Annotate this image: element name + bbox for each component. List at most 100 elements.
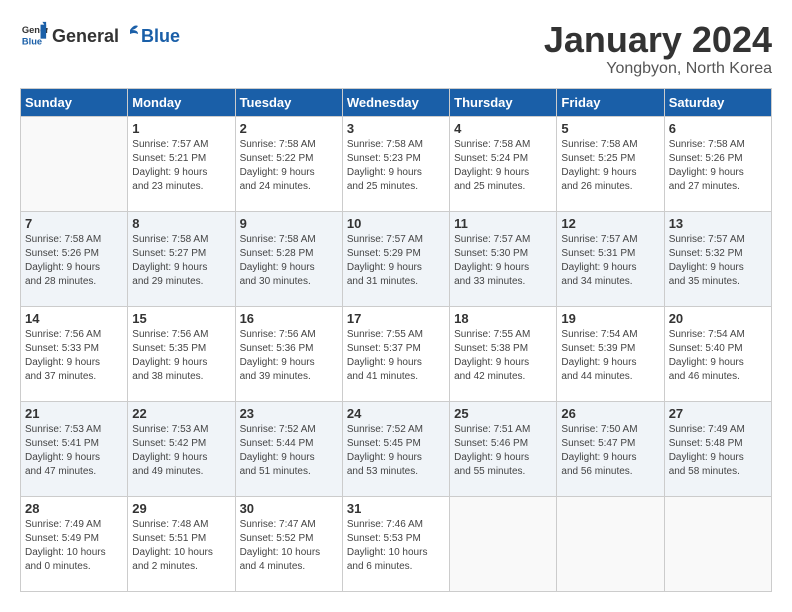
calendar-cell: 14 Sunrise: 7:56 AM Sunset: 5:33 PM Dayli… (21, 306, 128, 401)
day-info: Sunrise: 7:57 AM Sunset: 5:32 PM Dayligh… (669, 233, 767, 289)
day-number: 15 (132, 311, 230, 326)
day-info: Sunrise: 7:58 AM Sunset: 5:28 PM Dayligh… (240, 233, 338, 289)
day-number: 9 (240, 216, 338, 231)
calendar-cell: 2 Sunrise: 7:58 AM Sunset: 5:22 PM Daylig… (235, 116, 342, 211)
day-info: Sunrise: 7:55 AM Sunset: 5:37 PM Dayligh… (347, 328, 445, 384)
day-number: 21 (25, 406, 123, 421)
day-info: Sunrise: 7:57 AM Sunset: 5:29 PM Dayligh… (347, 233, 445, 289)
day-number: 11 (454, 216, 552, 231)
day-info: Sunrise: 7:49 AM Sunset: 5:48 PM Dayligh… (669, 423, 767, 479)
calendar-week-row: 28Sunrise: 7:49 AM Sunset: 5:49 PM Dayli… (21, 496, 772, 591)
day-number: 13 (669, 216, 767, 231)
day-info: Sunrise: 7:57 AM Sunset: 5:30 PM Dayligh… (454, 233, 552, 289)
day-number: 5 (561, 121, 659, 136)
day-header-saturday: Saturday (664, 88, 771, 116)
day-info: Sunrise: 7:54 AM Sunset: 5:40 PM Dayligh… (669, 328, 767, 384)
day-info: Sunrise: 7:52 AM Sunset: 5:44 PM Dayligh… (240, 423, 338, 479)
day-number: 31 (347, 501, 445, 516)
calendar-cell: 29 Sunrise: 7:48 AM Sunset: 5:51 PM Dayli… (128, 496, 235, 591)
calendar-cell: 8 Sunrise: 7:58 AM Sunset: 5:27 PM Daylig… (128, 211, 235, 306)
day-info: Sunrise: 7:57 AM Sunset: 5:21 PM Dayligh… (132, 138, 230, 194)
calendar-cell: 23 Sunrise: 7:52 AM Sunset: 5:44 PM Dayli… (235, 401, 342, 496)
calendar-cell: 20Sunrise: 7:54 AM Sunset: 5:40 PM Dayli… (664, 306, 771, 401)
day-info: Sunrise: 7:50 AM Sunset: 5:47 PM Dayligh… (561, 423, 659, 479)
day-info: Sunrise: 7:51 AM Sunset: 5:46 PM Dayligh… (454, 423, 552, 479)
calendar-cell: 18Sunrise: 7:55 AM Sunset: 5:38 PM Dayli… (450, 306, 557, 401)
day-number: 2 (240, 121, 338, 136)
calendar-cell: 19 Sunrise: 7:54 AM Sunset: 5:39 PM Dayli… (557, 306, 664, 401)
day-header-monday: Monday (128, 88, 235, 116)
day-number: 4 (454, 121, 552, 136)
month-title: January 2024 (544, 20, 772, 60)
calendar-cell: 26Sunrise: 7:50 AM Sunset: 5:47 PM Dayli… (557, 401, 664, 496)
day-number: 30 (240, 501, 338, 516)
day-number: 28 (25, 501, 123, 516)
day-number: 23 (240, 406, 338, 421)
day-header-thursday: Thursday (450, 88, 557, 116)
logo: General Blue General Blue (20, 20, 180, 48)
calendar-cell: 24Sunrise: 7:52 AM Sunset: 5:45 PM Dayli… (342, 401, 449, 496)
day-number: 1 (132, 121, 230, 136)
day-info: Sunrise: 7:58 AM Sunset: 5:22 PM Dayligh… (240, 138, 338, 194)
day-number: 22 (132, 406, 230, 421)
day-info: Sunrise: 7:58 AM Sunset: 5:23 PM Dayligh… (347, 138, 445, 194)
logo-blue: Blue (141, 26, 180, 47)
calendar-cell: 1 Sunrise: 7:57 AM Sunset: 5:21 PM Daylig… (128, 116, 235, 211)
calendar-cell: 28Sunrise: 7:49 AM Sunset: 5:49 PM Dayli… (21, 496, 128, 591)
day-info: Sunrise: 7:56 AM Sunset: 5:35 PM Dayligh… (132, 328, 230, 384)
day-info: Sunrise: 7:47 AM Sunset: 5:52 PM Dayligh… (240, 518, 338, 574)
logo-icon: General Blue (20, 20, 48, 48)
calendar-cell: 21 Sunrise: 7:53 AM Sunset: 5:41 PM Dayli… (21, 401, 128, 496)
day-number: 17 (347, 311, 445, 326)
day-info: Sunrise: 7:58 AM Sunset: 5:24 PM Dayligh… (454, 138, 552, 194)
calendar-cell: 16 Sunrise: 7:56 AM Sunset: 5:36 PM Dayli… (235, 306, 342, 401)
calendar-cell (21, 116, 128, 211)
day-number: 8 (132, 216, 230, 231)
day-info: Sunrise: 7:48 AM Sunset: 5:51 PM Dayligh… (132, 518, 230, 574)
day-info: Sunrise: 7:56 AM Sunset: 5:36 PM Dayligh… (240, 328, 338, 384)
svg-text:Blue: Blue (22, 36, 42, 46)
calendar-week-row: 1 Sunrise: 7:57 AM Sunset: 5:21 PM Daylig… (21, 116, 772, 211)
day-number: 6 (669, 121, 767, 136)
day-info: Sunrise: 7:58 AM Sunset: 5:27 PM Dayligh… (132, 233, 230, 289)
day-number: 27 (669, 406, 767, 421)
day-info: Sunrise: 7:53 AM Sunset: 5:41 PM Dayligh… (25, 423, 123, 479)
day-info: Sunrise: 7:58 AM Sunset: 5:25 PM Dayligh… (561, 138, 659, 194)
calendar-cell: 25 Sunrise: 7:51 AM Sunset: 5:46 PM Dayli… (450, 401, 557, 496)
calendar-cell: 6 Sunrise: 7:58 AM Sunset: 5:26 PM Daylig… (664, 116, 771, 211)
calendar-week-row: 7 Sunrise: 7:58 AM Sunset: 5:26 PM Daylig… (21, 211, 772, 306)
day-number: 3 (347, 121, 445, 136)
day-info: Sunrise: 7:57 AM Sunset: 5:31 PM Dayligh… (561, 233, 659, 289)
day-number: 19 (561, 311, 659, 326)
day-number: 24 (347, 406, 445, 421)
day-info: Sunrise: 7:56 AM Sunset: 5:33 PM Dayligh… (25, 328, 123, 384)
calendar-cell: 27 Sunrise: 7:49 AM Sunset: 5:48 PM Dayli… (664, 401, 771, 496)
day-number: 18 (454, 311, 552, 326)
calendar-cell: 10Sunrise: 7:57 AM Sunset: 5:29 PM Dayli… (342, 211, 449, 306)
calendar-cell: 30 Sunrise: 7:47 AM Sunset: 5:52 PM Dayli… (235, 496, 342, 591)
calendar-cell: 11 Sunrise: 7:57 AM Sunset: 5:30 PM Dayli… (450, 211, 557, 306)
day-header-sunday: Sunday (21, 88, 128, 116)
logo-bird-icon (120, 22, 140, 42)
day-number: 29 (132, 501, 230, 516)
day-number: 16 (240, 311, 338, 326)
day-header-friday: Friday (557, 88, 664, 116)
day-number: 7 (25, 216, 123, 231)
calendar-cell: 12 Sunrise: 7:57 AM Sunset: 5:31 PM Dayli… (557, 211, 664, 306)
calendar-cell: 31Sunrise: 7:46 AM Sunset: 5:53 PM Dayli… (342, 496, 449, 591)
day-number: 25 (454, 406, 552, 421)
day-info: Sunrise: 7:58 AM Sunset: 5:26 PM Dayligh… (25, 233, 123, 289)
day-header-tuesday: Tuesday (235, 88, 342, 116)
logo-general: General (52, 26, 119, 47)
title-block: January 2024 Yongbyon, North Korea (544, 20, 772, 78)
day-header-wednesday: Wednesday (342, 88, 449, 116)
calendar-header-row: SundayMondayTuesdayWednesdayThursdayFrid… (21, 88, 772, 116)
day-number: 14 (25, 311, 123, 326)
day-info: Sunrise: 7:54 AM Sunset: 5:39 PM Dayligh… (561, 328, 659, 384)
day-number: 12 (561, 216, 659, 231)
calendar-cell: 17 Sunrise: 7:55 AM Sunset: 5:37 PM Dayli… (342, 306, 449, 401)
location-title: Yongbyon, North Korea (544, 60, 772, 78)
page-header: General Blue General Blue January 2024 Y… (20, 20, 772, 78)
day-info: Sunrise: 7:53 AM Sunset: 5:42 PM Dayligh… (132, 423, 230, 479)
day-info: Sunrise: 7:58 AM Sunset: 5:26 PM Dayligh… (669, 138, 767, 194)
